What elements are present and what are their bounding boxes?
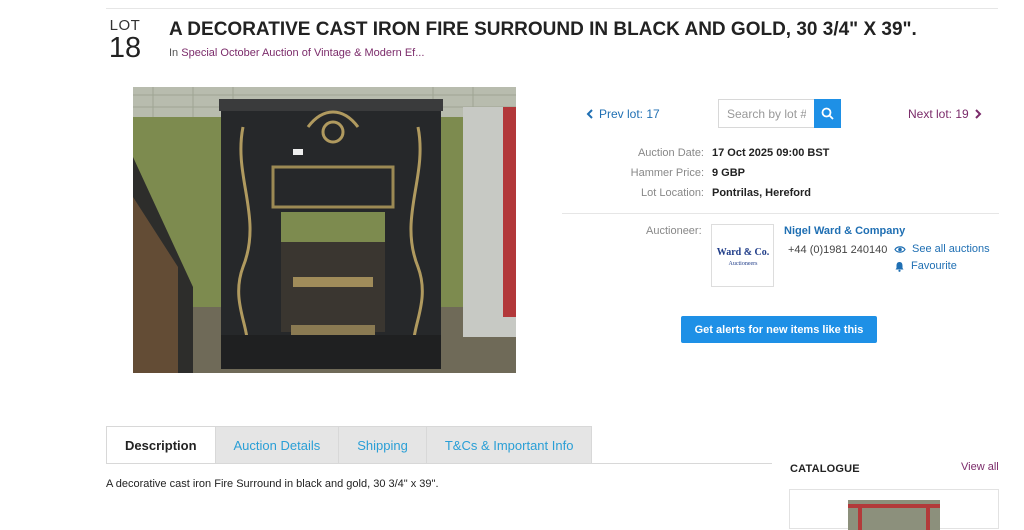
auctioneer-label: Auctioneer: (646, 225, 702, 237)
tab-shipping[interactable]: Shipping (339, 426, 427, 463)
next-lot-link[interactable]: Next lot: 19 (908, 100, 984, 128)
favourite-link[interactable]: Favourite (894, 260, 957, 272)
lot-number-block: LOT 18 (106, 18, 144, 63)
details-divider (562, 213, 999, 214)
next-lot-label: Next lot: 19 (908, 107, 969, 121)
catalogue-heading: CATALOGUE (790, 463, 860, 475)
tab-auction-details[interactable]: Auction Details (215, 426, 340, 463)
lot-image[interactable] (133, 87, 516, 373)
prev-lot-label: Prev lot: 17 (599, 107, 660, 121)
lot-tabs: Description Auction Details Shipping T&C… (106, 426, 593, 464)
auctioneer-logo[interactable]: Ward & Co. Auctioneers (711, 224, 774, 287)
auction-date-row: Auction Date: 17 Oct 2025 09:00 BST (562, 143, 999, 163)
catalogue-thumb-image (848, 500, 940, 530)
hammer-price-row: Hammer Price: 9 GBP (562, 163, 999, 183)
search-icon (821, 107, 834, 120)
auctioneer-name-link[interactable]: Nigel Ward & Company (784, 225, 905, 237)
lot-search (718, 99, 841, 128)
favourite-label: Favourite (911, 260, 957, 272)
lot-location-label: Lot Location: (641, 187, 704, 199)
see-all-auctions-label: See all auctions (912, 243, 990, 255)
top-divider (106, 8, 998, 9)
lot-location-row: Lot Location: Pontrilas, Hereford (562, 183, 999, 203)
tab-terms[interactable]: T&Cs & Important Info (426, 426, 593, 463)
ward-logo-icon: Ward & Co. Auctioneers (716, 247, 769, 267)
see-all-auctions-link[interactable]: See all auctions (894, 243, 990, 255)
hammer-price-label: Hammer Price: (630, 167, 704, 179)
catalogue-item[interactable] (789, 489, 999, 530)
auctioneer-logo-text: Ward & Co. (716, 247, 769, 258)
auction-date-label: Auction Date: (637, 147, 704, 159)
fire-surround-photo (133, 87, 516, 373)
lot-label: LOT (109, 17, 141, 34)
chevron-left-icon (586, 109, 593, 119)
catalogue-thumbnail (848, 500, 940, 530)
lot-subtitle: In Special October Auction of Vintage & … (169, 47, 424, 59)
hammer-price-value: 9 GBP (712, 167, 746, 179)
view-all-link[interactable]: View all (961, 461, 999, 473)
tabs-divider (106, 463, 772, 464)
bell-icon (895, 261, 904, 272)
auction-date-value: 17 Oct 2025 09:00 BST (712, 147, 830, 159)
subtitle-prefix: In (169, 47, 179, 59)
lot-location-value: Pontrilas, Hereford (712, 187, 812, 199)
lot-details: Auction Date: 17 Oct 2025 09:00 BST Hamm… (562, 143, 999, 203)
auctioneer-logo-sub: Auctioneers (728, 261, 758, 267)
tab-description[interactable]: Description (106, 426, 216, 464)
lot-number: 18 (108, 32, 142, 64)
prev-lot-link[interactable]: Prev lot: 17 (584, 100, 660, 128)
chevron-right-icon (974, 109, 982, 119)
lot-title: A DECORATIVE CAST IRON FIRE SURROUND IN … (169, 19, 917, 40)
get-alerts-button[interactable]: Get alerts for new items like this (681, 316, 877, 343)
lot-search-button[interactable] (814, 99, 841, 128)
lot-search-input[interactable] (718, 99, 814, 128)
lot-description: A decorative cast iron Fire Surround in … (106, 478, 439, 490)
eye-icon (894, 245, 906, 253)
auction-link[interactable]: Special October Auction of Vintage & Mod… (181, 47, 424, 59)
auctioneer-phone: +44 (0)1981 240140 (788, 244, 888, 256)
